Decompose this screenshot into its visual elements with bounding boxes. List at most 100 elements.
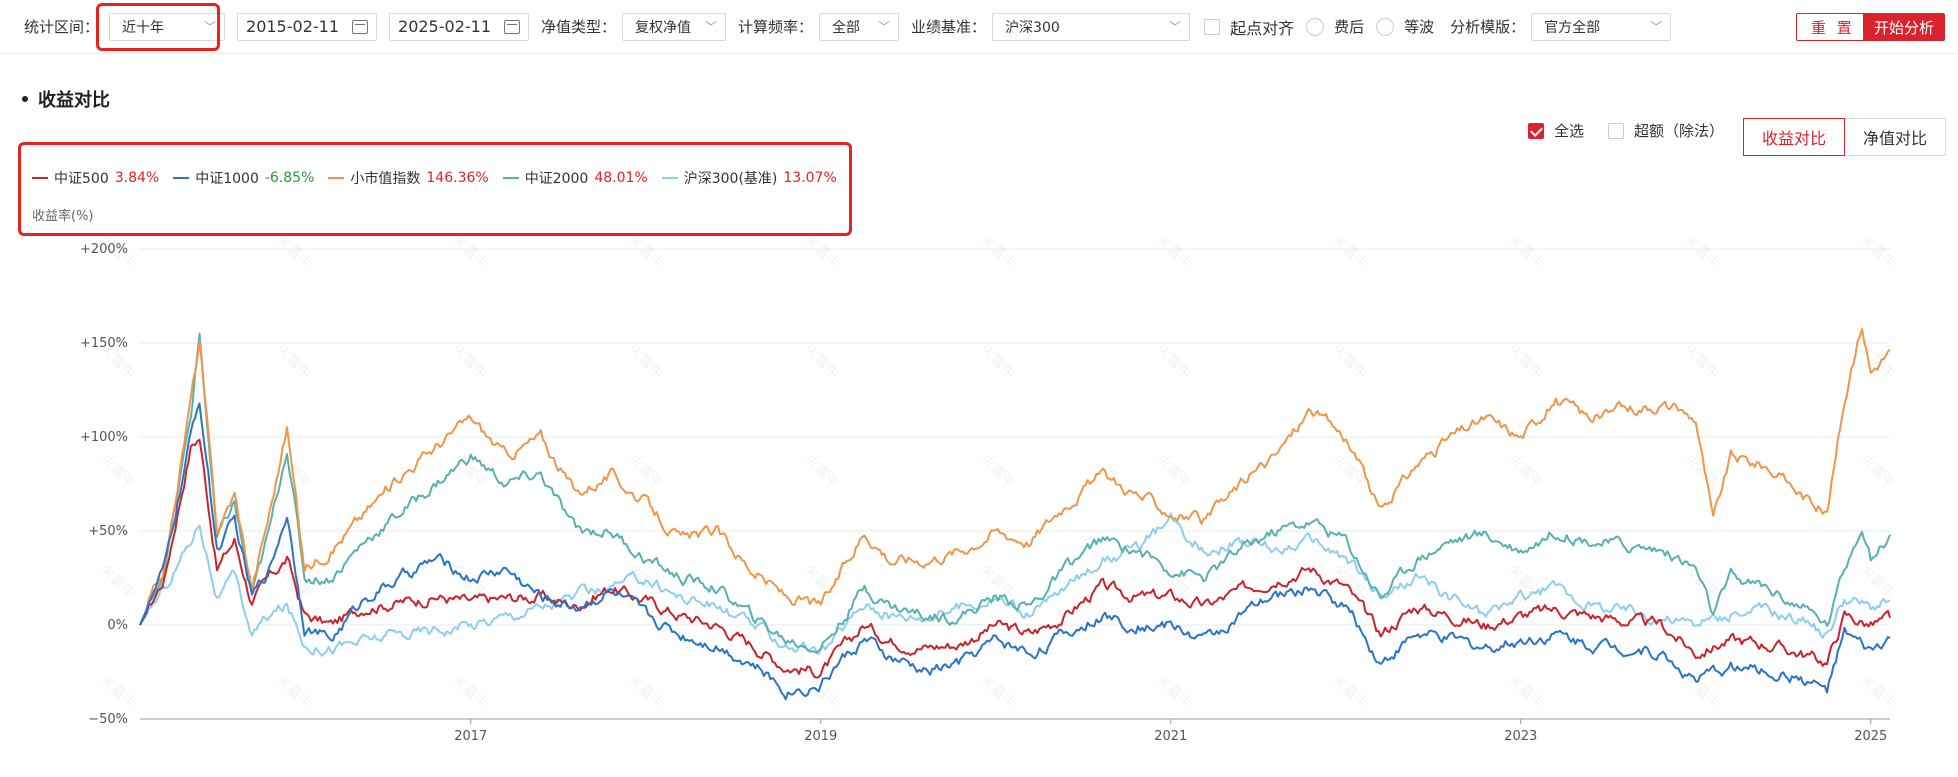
legend-value: 3.84% (114, 170, 160, 186)
watermark-text: 火富牛 (1505, 341, 1547, 383)
series-line (139, 402, 1891, 701)
watermark-text: 火富牛 (977, 561, 1019, 603)
watermark-text: 火富牛 (97, 561, 139, 603)
freq-label: 计算频率： (738, 18, 814, 36)
legend-value: -6.85% (264, 170, 315, 186)
tab-return-compare[interactable]: 收益对比 (1743, 118, 1845, 156)
legend-item[interactable]: 中证500 3.84% (32, 168, 159, 188)
watermark-text: 火富牛 (449, 451, 491, 493)
watermark-text: 火富牛 (449, 671, 491, 713)
watermark-text: 火富牛 (1329, 451, 1371, 493)
y-tick-label: −50% (88, 712, 128, 727)
benchmark-select[interactable]: 沪深300 ﹀ (992, 12, 1191, 41)
start-analysis-button[interactable]: 开始分析 (1863, 13, 1946, 41)
watermark-text: 火富牛 (1153, 671, 1195, 713)
watermark-text: 火富牛 (1505, 451, 1547, 493)
select-all-checkbox[interactable] (1528, 122, 1544, 139)
grid-layer (140, 248, 1890, 720)
range-label: 统计区间： (24, 18, 100, 36)
watermark-text: 火富牛 (625, 671, 667, 713)
range-select[interactable]: 近十年 ﹀ (109, 12, 226, 41)
chevron-down-icon: ﹀ (705, 20, 718, 34)
legend-label: 小市值指数 (350, 171, 421, 187)
watermark-text: 火富牛 (1329, 341, 1371, 383)
template-label: 分析模版： (1450, 18, 1526, 36)
tab-nav-compare[interactable]: 净值对比 (1845, 118, 1946, 156)
watermark-text: 火富牛 (97, 671, 139, 713)
legend-label: 中证500 (54, 171, 109, 187)
watermark-text: 火富牛 (449, 231, 491, 273)
template-value: 官方全部 (1544, 19, 1601, 36)
watermark-text: 火富牛 (625, 231, 667, 273)
series-line (139, 332, 1891, 654)
excess-label: 超额（除法） (1634, 122, 1725, 140)
align-checkbox[interactable] (1204, 18, 1221, 35)
range-select-value: 近十年 (122, 19, 165, 36)
align-label: 起点对齐 (1230, 18, 1295, 38)
nav-type-select[interactable]: 复权净值 ﹀ (622, 12, 727, 41)
series-line (139, 512, 1891, 657)
chevron-down-icon: ﹀ (1650, 20, 1663, 34)
legend-value: 146.36% (426, 170, 489, 186)
watermark-text: 火富牛 (1857, 671, 1899, 713)
nav-type-label: 净值类型： (541, 18, 617, 36)
watermark-text: 火富牛 (1857, 341, 1899, 383)
watermark-text: 火富牛 (273, 231, 315, 273)
select-all-label: 全选 (1554, 122, 1585, 140)
watermark-text: 火富牛 (1505, 561, 1547, 603)
calendar-icon (352, 19, 369, 34)
legend-value: 48.01% (594, 170, 648, 186)
watermark-text: 火富牛 (1681, 231, 1723, 273)
watermark-text: 火富牛 (801, 451, 843, 493)
after-fee-label: 费后 (1334, 18, 1365, 36)
section-title: 收益对比 (22, 86, 110, 112)
y-tick-label: +50% (88, 524, 128, 539)
chevron-down-icon: ﹀ (878, 20, 891, 34)
y-tick-label: +150% (80, 336, 128, 351)
start-date-value: 2015-02-11 (246, 17, 339, 36)
legend-label: 中证1000 (195, 171, 259, 187)
watermark-text: 火富牛 (1153, 451, 1195, 493)
chart-legend: 中证500 3.84% 中证1000 -6.85% 小市值指数 146.36% … (32, 168, 851, 188)
excess-control[interactable]: 超额（除法） (1608, 120, 1724, 141)
reset-button[interactable]: 重 置 (1796, 13, 1870, 41)
legend-swatch (328, 177, 345, 179)
watermark-text: 火富牛 (1153, 231, 1195, 273)
watermark-text: 火富牛 (1681, 451, 1723, 493)
legend-swatch (173, 177, 190, 179)
end-date-input[interactable]: 2025-02-11 (389, 12, 530, 41)
watermark-text: 火富牛 (97, 231, 139, 273)
freq-value: 全部 (832, 19, 861, 36)
excess-checkbox[interactable] (1608, 122, 1624, 139)
watermark-text: 火富牛 (449, 341, 491, 383)
watermark-text: 火富牛 (1505, 231, 1547, 273)
legend-item[interactable]: 中证1000 -6.85% (173, 168, 314, 188)
series-line (139, 328, 1891, 626)
watermark-text: 火富牛 (449, 561, 491, 603)
watermark-text: 火富牛 (1857, 231, 1899, 273)
watermark-text: 火富牛 (1153, 561, 1195, 603)
return-line-chart: 火富牛 火富牛 火富牛 火富牛 火富牛 火富牛 火富牛 火富牛 火富牛 火富牛 火富牛火富牛 火富牛火… (80, 231, 1899, 744)
chevron-down-icon: ﹀ (1169, 20, 1182, 34)
equal-wave-radio[interactable] (1376, 17, 1395, 36)
select-all-control[interactable]: 全选 (1528, 120, 1584, 141)
legend-item[interactable]: 沪深300(基准) 13.07% (661, 168, 837, 188)
after-fee-radio[interactable] (1306, 17, 1325, 36)
watermark-text: 火富牛 (1153, 341, 1195, 383)
legend-item[interactable]: 中证2000 48.01% (502, 168, 648, 188)
filter-toolbar: 统计区间： 近十年 ﹀ 2015-02-11 2025-02-11 净值类型： … (0, 0, 1958, 54)
template-select[interactable]: 官方全部 ﹀ (1531, 12, 1672, 41)
watermark-text: 火富牛 (801, 341, 843, 383)
y-tick-label: +200% (80, 242, 128, 257)
watermark-text: 火富牛 (801, 671, 843, 713)
y-tick-label: +100% (80, 430, 128, 445)
y-axis-title: 收益率(%) (32, 209, 94, 224)
legend-item[interactable]: 小市值指数 146.36% (328, 168, 489, 188)
start-date-input[interactable]: 2015-02-11 (237, 12, 378, 41)
calendar-icon (504, 19, 521, 34)
watermark-text: 火富牛 (273, 341, 315, 383)
highlight-box-legend (18, 142, 852, 236)
section-title-text: 收益对比 (38, 90, 110, 111)
legend-swatch (661, 177, 678, 179)
freq-select[interactable]: 全部 ﹀ (819, 12, 900, 41)
